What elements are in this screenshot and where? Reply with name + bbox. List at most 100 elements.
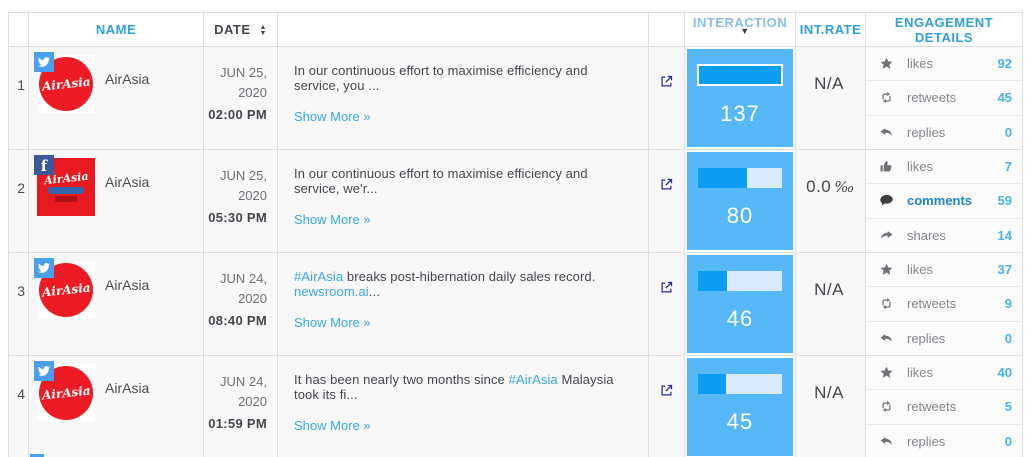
engagement-cell: likes 37 retweets 9 replies 0 [865,252,1023,356]
interaction-bar [697,64,783,86]
reply-icon [878,433,894,449]
reply-icon [878,330,894,346]
retweet-icon [878,90,894,106]
engagement-likes: likes 37 [866,254,1022,288]
post-text: In our continuous effort to maximise eff… [294,63,588,93]
twitter-icon [34,258,54,278]
external-link-icon[interactable] [659,280,674,295]
post-date: JUN 25, 2020 05:30 PM [203,149,278,253]
post-time: 05:30 PM [208,210,267,225]
row-index: 3 [8,252,29,356]
post-time: 02:00 PM [208,107,267,122]
col-header-link [648,12,685,47]
engagement-cell: likes 92 retweets 45 replies 0 [865,46,1023,150]
interaction-rate: N/A [795,252,866,356]
external-link-icon[interactable] [659,177,674,192]
social-posts-report: NAME DATE ▲ ▼ INTERACTION▼ INT.RATE ENGAGE… [0,0,1032,457]
avatar: AirAsia f [34,155,95,216]
interaction-rate: N/A [795,355,866,457]
external-link-cell [648,252,685,356]
avatar: AirAsia [34,52,95,113]
row-index: 1 [8,46,29,150]
star-icon [878,365,894,381]
interaction-bar [698,271,782,291]
account-name: AirAsia [105,380,150,396]
engagement-likes: likes 7 [866,151,1022,185]
external-link-cell [648,46,685,150]
engagement-retweets: retweets 45 [866,81,1022,116]
comment-icon [878,193,894,209]
col-header-engagement[interactable]: ENGAGEMENT DETAILS [865,12,1023,47]
engagement-shares: shares 14 [867,219,1022,252]
engagement-cell: likes 40 retweets 5 replies 0 [865,355,1023,457]
engagement-likes: likes 40 [866,357,1022,391]
post-text: It has been nearly two months since #Air… [294,372,614,402]
avatar: AirAsia [34,258,95,319]
engagement-retweets: retweets 9 [866,287,1022,322]
external-link-icon[interactable] [659,383,674,398]
col-header-name[interactable]: NAME [28,12,204,47]
show-more-link[interactable]: Show More » [294,315,371,330]
account-cell: AirAsia AirAsia [28,355,204,457]
interaction-rate: N/A [795,46,866,150]
date-header-label: DATE [214,22,251,37]
url-link[interactable]: newsroom.ai [294,284,369,299]
thumb-up-icon [878,159,894,175]
show-more-link[interactable]: Show More » [294,212,371,227]
show-more-link[interactable]: Show More » [294,418,371,433]
interaction-cell: 46 [684,252,796,356]
sort-icon[interactable]: ▲ ▼ [260,24,267,37]
post-date: JUN 24, 2020 08:40 PM [203,252,278,356]
table-row: 4 AirAsia AirAsia JUN 24, 2020 01:59 PM [8,355,1023,457]
hashtag-link[interactable]: #AirAsia [509,372,558,387]
account-cell: AirAsia AirAsia [28,46,204,150]
external-link-cell [648,149,685,253]
engagement-replies: replies 0 [867,322,1022,355]
col-header-interaction[interactable]: INTERACTION▼ [684,12,796,47]
post-date: JUN 24, 2020 01:59 PM [203,355,278,457]
show-more-link[interactable]: Show More » [294,109,371,124]
header-row: NAME DATE ▲ ▼ INTERACTION▼ INT.RATE ENGAGE… [8,12,1023,47]
post-content-cell: In our continuous effort to maximise eff… [277,149,649,253]
account-cell: AirAsia AirAsia [28,252,204,356]
account-cell: AirAsia f AirAsia [28,149,204,253]
airasia-logo: AirAsia [41,74,91,94]
share-icon [878,227,894,243]
interaction-value: 80 [726,203,754,228]
retweet-icon [878,399,894,415]
table-row: 3 AirAsia AirAsia JUN 24, 2020 08:40 PM [8,252,1023,356]
col-header-intrate[interactable]: INT.RATE [795,12,866,47]
row-index: 4 [8,355,29,457]
external-link-cell [648,355,685,457]
post-text: In our continuous effort to maximise eff… [294,166,588,196]
twitter-icon [34,361,54,381]
airasia-logo: AirAsia [41,383,91,403]
post-time: 08:40 PM [208,313,267,328]
col-header-content [277,12,649,47]
interaction-value: 45 [726,409,754,434]
engagement-likes: likes 92 [866,48,1022,82]
interaction-value: 137 [720,101,760,126]
avatar: AirAsia [34,361,95,422]
interaction-cell: 80 [684,149,796,253]
account-name: AirAsia [105,174,150,190]
engagement-comments: comments 59 [866,184,1022,219]
post-content-cell: In our continuous effort to maximise eff… [277,46,649,150]
sort-desc-icon[interactable]: ▼ [740,26,749,36]
posts-table: NAME DATE ▲ ▼ INTERACTION▼ INT.RATE ENGAGE… [8,12,1023,457]
post-date: JUN 25, 2020 02:00 PM [203,46,278,150]
hashtag-link[interactable]: #AirAsia [294,269,343,284]
engagement-replies: replies 0 [867,425,1022,457]
interaction-bar [698,374,782,394]
airasia-logo: AirAsia [41,280,91,300]
post-content-cell: It has been nearly two months since #Air… [277,355,649,457]
external-link-icon[interactable] [659,74,674,89]
facebook-icon: f [34,155,54,175]
interaction-rate: 0.0 ‰ [795,149,866,253]
col-header-date[interactable]: DATE ▲ ▼ [203,12,278,47]
post-content-cell: #AirAsia breaks post-hibernation daily s… [277,252,649,356]
engagement-replies: replies 0 [867,116,1022,149]
engagement-cell: likes 7 comments 59 shares 14 [865,149,1023,253]
interaction-value: 46 [726,306,754,331]
interaction-cell: 45 [684,355,796,457]
